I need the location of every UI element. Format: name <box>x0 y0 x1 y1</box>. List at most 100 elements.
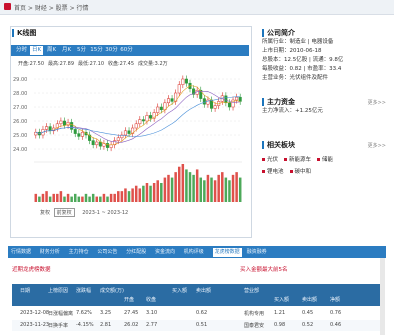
volume-bar <box>188 172 192 202</box>
volume-bar <box>238 177 242 202</box>
table-cell: 0.45 <box>302 310 314 316</box>
profile-line[interactable]: 所属行业：制造业 | 电器设备 <box>262 38 386 47</box>
chart-tab[interactable]: 15分 <box>90 46 103 55</box>
related-sector-item[interactable]: 碳中和 <box>289 167 311 178</box>
bottom-tab[interactable]: 龙虎榜数据 <box>212 248 242 257</box>
candle-body <box>123 130 127 136</box>
table-cell: 27.45 <box>124 310 139 316</box>
table-row[interactable]: 2023-12-08 日涨幅偏离 7.62% 3.25 27.45 3.10 0.62 机构专… <box>12 308 380 319</box>
chart-tab[interactable]: 周K <box>45 46 58 55</box>
candle-body <box>238 96 242 102</box>
price-tick-label: 24.00 <box>13 147 27 153</box>
table-subheader-cell: 买入额 <box>274 297 290 303</box>
bottom-tab[interactable]: 融资融券 <box>247 248 267 257</box>
volume-bar <box>221 172 224 202</box>
related-sectors-section: 相关板块 更多>> 光伏 新能源车 储能锂电池 碳中和 <box>262 140 386 178</box>
kline-chart[interactable]: 29.00 28.00 27.00 26.00 25.00 24.00 <box>12 68 248 206</box>
related-sector-item[interactable]: 光伏 <box>262 155 278 166</box>
home-icon[interactable] <box>4 3 11 10</box>
volume-bar <box>170 177 174 202</box>
volume-bar <box>231 174 235 202</box>
volume-bar <box>88 196 91 202</box>
company-profile-section: 公司简介 所属行业：制造业 | 电器设备 上市日期：2010-06-18 总股本：1… <box>262 28 386 83</box>
candle-body <box>91 140 95 146</box>
profile-line[interactable]: 主营业务：光伏组件及配件 <box>262 74 386 83</box>
chart-panel-title-text: K线图 <box>17 29 37 37</box>
volume-bar <box>138 188 142 202</box>
related-sector-label: 新能源车 <box>289 157 312 163</box>
bottom-tab[interactable]: 机构评级 <box>184 248 204 257</box>
candle-body <box>127 130 131 134</box>
volume-bar <box>181 164 185 202</box>
chart-tab[interactable]: 分时 <box>15 46 28 55</box>
table-cell: 0.46 <box>330 322 342 328</box>
volume-bar <box>66 193 70 202</box>
title-accent <box>12 29 14 37</box>
moving-average-line <box>35 96 241 137</box>
table-cell: 0.76 <box>330 310 342 316</box>
related-sectors-title: 相关板块 更多>> <box>262 140 386 150</box>
table-cell: 7.62% <box>76 310 92 316</box>
company-profile-title-text: 公司简介 <box>267 29 295 37</box>
volume-bar <box>124 188 127 202</box>
table-cell: 3.10 <box>146 310 158 316</box>
bottom-tab[interactable]: 公司公告 <box>97 248 117 257</box>
volume-bar <box>113 193 116 202</box>
bottom-tab[interactable]: 行情数据 <box>11 248 31 257</box>
table-cell: 0.62 <box>196 310 208 316</box>
bottom-tab[interactable]: 分红配股 <box>126 248 146 257</box>
table-row[interactable]: 2023-11-23 日换手率 -4.15% 2.81 26.02 2.77 0.51 国泰君… <box>12 320 380 331</box>
capital-flow-line[interactable]: 主力净流入：+1.25亿元 <box>262 107 386 116</box>
table-cell: 3.25 <box>100 310 112 316</box>
candle-body <box>202 98 206 105</box>
related-sector-item[interactable]: 锂电池 <box>262 167 284 178</box>
candle-body <box>149 115 153 119</box>
bullet-icon <box>284 158 288 161</box>
chart-tab[interactable]: 日K <box>30 46 43 55</box>
volume-bar <box>84 193 88 202</box>
volume-bar <box>77 196 81 202</box>
volume-bar <box>106 196 109 202</box>
chart-tab[interactable]: 60分 <box>120 46 133 55</box>
chart-tab[interactable]: 5分 <box>75 46 88 55</box>
price-stat: 成交量:3.2万 <box>138 61 168 67</box>
volume-bar <box>142 185 145 202</box>
bottom-tab[interactable]: 资金流向 <box>155 248 175 257</box>
table-subheader-cell: 净额 <box>330 297 341 303</box>
price-tick-label: 28.00 <box>13 91 27 97</box>
capital-flow-more-link[interactable]: 更多>> <box>368 98 386 108</box>
table-subheader-cell: 卖出额 <box>302 297 318 303</box>
candle-body <box>206 99 210 105</box>
volume-bar <box>38 196 41 202</box>
bottom-tab[interactable]: 主力持仓 <box>69 248 89 257</box>
breadcrumb-bar: 首页 > 财经 > 股票 > 行情 <box>0 0 394 15</box>
profile-line[interactable]: 总股本：12.5亿股 | 流通：9.8亿 <box>262 56 386 65</box>
volume-bar <box>56 193 59 202</box>
candle-body <box>59 120 63 125</box>
related-sector-item[interactable]: 储能 <box>317 155 333 166</box>
volume-bar <box>91 193 95 202</box>
breadcrumb: 首页 > 财经 > 股票 > 行情 <box>14 5 89 12</box>
chart-tab[interactable]: 30分 <box>105 46 118 55</box>
adjust-select[interactable]: 前复权 <box>53 208 75 217</box>
profile-line[interactable]: 每股收益：0.82 | 市盈率：33.4 <box>262 65 386 74</box>
profile-line[interactable]: 上市日期：2010-06-18 <box>262 47 386 56</box>
scrollbar[interactable] <box>380 258 385 335</box>
bottom-tab[interactable]: 财务分析 <box>40 248 60 257</box>
volume-bar <box>174 172 177 202</box>
related-sectors-more-link[interactable]: 更多>> <box>368 141 386 151</box>
candle-body <box>170 98 174 102</box>
chart-tab[interactable]: 月K <box>60 46 73 55</box>
related-sector-item[interactable]: 新能源车 <box>284 155 311 166</box>
table-cell: 26.02 <box>124 322 139 328</box>
title-accent <box>262 141 264 149</box>
price-tick-label: 27.00 <box>13 105 27 111</box>
candle-body <box>109 144 113 148</box>
price-stat: 收盘:27.45 <box>108 61 134 67</box>
volume-bar <box>45 191 48 202</box>
volume-bar <box>224 177 228 202</box>
volume-bar <box>63 196 66 202</box>
table-cell: 2023-12-08 <box>20 310 50 316</box>
volume-bar <box>102 193 106 202</box>
capital-flow-title-text: 主力资金 <box>267 98 295 106</box>
